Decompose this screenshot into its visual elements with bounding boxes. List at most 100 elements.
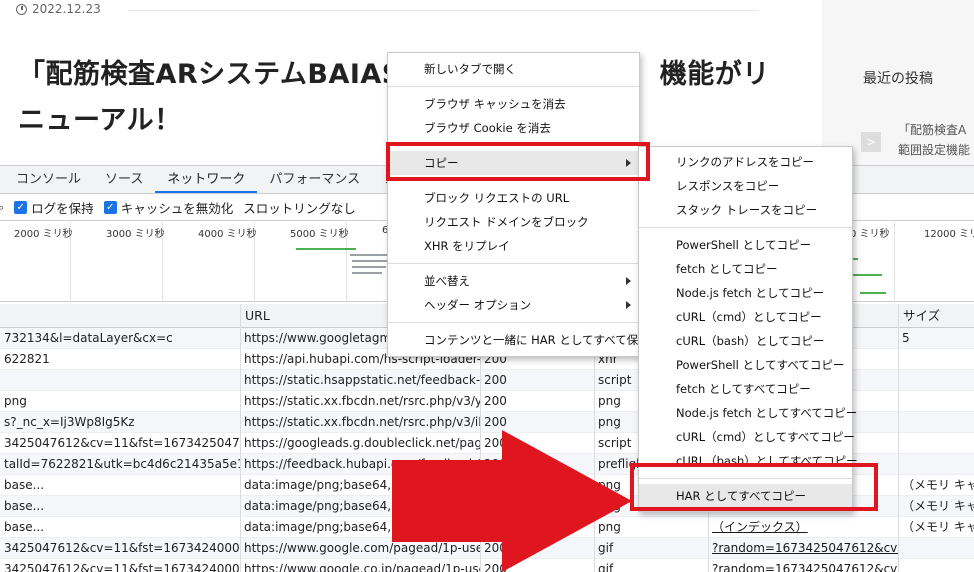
- menu-item-label: リクエスト ドメインをブロック: [424, 215, 589, 229]
- menu-item-label: コンテンツと一緒に HAR としてすべて保存: [424, 333, 650, 347]
- tick-line: [894, 222, 895, 302]
- column-divider: [898, 304, 899, 572]
- waterfall-bar: [352, 266, 386, 268]
- tab-performance[interactable]: パフォーマンス: [257, 166, 372, 193]
- title-part-1: 「配筋検査ARシステムBAIAS: [18, 59, 402, 90]
- waterfall-bar: [860, 292, 886, 294]
- menu-item[interactable]: 並べ替え: [388, 269, 639, 293]
- cell-name: s?_nc_x=Ij3Wp8Ig5Kz: [4, 415, 135, 429]
- cell-name: 3425047612&cv=11&fst=1673425047612&...: [4, 436, 240, 450]
- menu-item[interactable]: レスポンスをコピー: [639, 174, 852, 198]
- preserve-log-checkbox[interactable]: ✓ ログを保持: [14, 198, 94, 217]
- cell-size: [898, 349, 974, 370]
- menu-item-label: fetch としてコピー: [676, 262, 778, 276]
- menu-item[interactable]: ブロック リクエストの URL: [388, 186, 639, 210]
- tick-label: 0 ミリ秒: [850, 229, 890, 240]
- context-menu: 新しいタブで開く ブラウザ キャッシュを消去 ブラウザ Cookie を消去 コピーブ…: [387, 52, 650, 357]
- cell-url: https://static.hsappstatic.net/feedback-…: [244, 373, 480, 387]
- menu-item-label: fetch としてすべてコピー: [676, 382, 811, 396]
- col-size[interactable]: サイズ: [898, 304, 974, 327]
- screenshot-root: 2022.12.23 「配筋検査ARシステムBAIAS 機能がリ ニューアル！ 最…: [0, 0, 974, 572]
- col-name[interactable]: [0, 304, 240, 327]
- tab-console[interactable]: コンソール: [0, 166, 93, 193]
- tab-network[interactable]: ネットワーク: [155, 166, 258, 193]
- recent-post-link[interactable]: 「配筋検査A 範囲設定機能: [898, 120, 974, 160]
- cell-name: base...: [4, 499, 45, 513]
- menu-item[interactable]: XHR をリプレイ: [388, 234, 639, 258]
- column-divider: [240, 304, 241, 572]
- menu-item-label: Node.js fetch としてすべてコピー: [676, 406, 858, 420]
- menu-item-label: XHR をリプレイ: [424, 239, 510, 253]
- tick-label: 12000 ミリ: [924, 229, 974, 240]
- tick-label: 5000 ミリ秒: [290, 229, 349, 240]
- cell-initiator: ?random=1673425047612&cv=...: [712, 562, 898, 572]
- cell-size: [898, 559, 974, 572]
- disable-cache-checkbox[interactable]: ✓ キャッシュを無効化: [103, 198, 234, 217]
- menu-item[interactable]: Node.js fetch としてすべてコピー: [639, 401, 857, 425]
- throttling-select[interactable]: スロットリングなし: [243, 198, 356, 217]
- checkbox-checked-icon: ✓: [103, 201, 117, 214]
- menu-item[interactable]: fetch としてすべてコピー: [639, 377, 852, 401]
- waterfall-bar: [852, 274, 882, 276]
- menu-item[interactable]: 新しいタブで開く: [388, 57, 639, 81]
- cell-name: base...: [4, 520, 45, 534]
- disable-cache-label: キャッシュを無効化: [120, 201, 234, 216]
- menu-item-label: 新しいタブで開く: [424, 62, 516, 76]
- search-icon[interactable]: ⌕: [0, 201, 4, 215]
- menu-item[interactable]: cURL（cmd）としてコピー: [639, 305, 852, 329]
- chevron-right-icon[interactable]: >: [861, 132, 881, 152]
- cell-initiator: （インデックス）: [712, 520, 808, 534]
- copy-submenu: リンクのアドレスをコピー レスポンスをコピースタック トレースをコピー PowerS…: [638, 146, 858, 512]
- menu-item-label: スタック トレースをコピー: [676, 203, 818, 217]
- cell-name: png: [4, 394, 27, 408]
- annotation-box-copy: [386, 142, 650, 181]
- menu-separator: [388, 263, 639, 264]
- cell-name: 732134&l=dataLayer&cx=c: [4, 331, 173, 345]
- cell-size: [898, 370, 974, 391]
- menu-item[interactable]: リクエスト ドメインをブロック: [388, 210, 639, 234]
- menu-item-label: レスポンスをコピー: [676, 179, 780, 193]
- tick-label: 2000 ミリ秒: [14, 229, 73, 240]
- cell-url: https://static.xx.fbcdn.net/rsrc.php/v3/…: [244, 394, 480, 408]
- cell-status: 200: [484, 373, 507, 387]
- title-part-2: 機能がリ: [659, 59, 770, 90]
- menu-item[interactable]: ヘッダー オプション: [388, 293, 639, 317]
- menu-item-label: ブロック リクエストの URL: [424, 191, 570, 205]
- menu-item[interactable]: スタック トレースをコピー: [639, 198, 852, 222]
- clock-icon: [16, 3, 27, 15]
- cell-size: [898, 391, 974, 412]
- cell-name: 622821: [4, 352, 50, 366]
- menu-item[interactable]: リンクのアドレスをコピー: [639, 150, 852, 174]
- menu-item[interactable]: Node.js fetch としてコピー: [639, 281, 852, 305]
- menu-item-label: リンクのアドレスをコピー: [676, 155, 814, 169]
- menu-item[interactable]: ブラウザ Cookie を消去: [388, 116, 639, 140]
- title-line-2: ニューアル！: [18, 105, 182, 136]
- menu-item[interactable]: PowerShell としてコピー: [639, 233, 852, 257]
- recent-posts-heading: 最近の投稿: [863, 71, 933, 87]
- menu-item-label: cURL（cmd）としてすべてコピー: [676, 430, 855, 444]
- menu-item[interactable]: fetch としてコピー: [639, 257, 852, 281]
- menu-item-label: ヘッダー オプション: [424, 298, 532, 312]
- waterfall-bar: [296, 248, 356, 250]
- cell-size: [898, 538, 974, 559]
- tick-label: 4000 ミリ秒: [198, 229, 257, 240]
- menu-item[interactable]: コンテンツと一緒に HAR としてすべて保存: [388, 328, 650, 352]
- cell-size: [898, 433, 974, 454]
- cell-name: 3425047612&cv=11&fst=1673424000000&...: [4, 562, 240, 572]
- cell-size: （メモリ キャ: [902, 499, 974, 513]
- cell-name: talId=7622821&utk=bc4d6c21435a5e15f8...: [4, 457, 240, 471]
- menu-item-label: PowerShell としてコピー: [676, 238, 812, 252]
- preserve-log-label: ログを保持: [31, 201, 94, 216]
- menu-item[interactable]: cURL（cmd）としてすべてコピー: [639, 425, 855, 449]
- tab-sources[interactable]: ソース: [93, 166, 155, 193]
- menu-item[interactable]: ブラウザ キャッシュを消去: [388, 92, 639, 116]
- waterfall-bar: [352, 260, 388, 262]
- tick-label: 3000 ミリ秒: [106, 229, 165, 240]
- chevron-right-icon: [626, 277, 631, 285]
- waterfall-bar: [352, 272, 382, 274]
- menu-item[interactable]: PowerShell としてすべてコピー: [639, 353, 852, 377]
- chevron-right-icon: [626, 301, 631, 309]
- menu-item-label: Node.js fetch としてコピー: [676, 286, 825, 300]
- cell-size: [898, 412, 974, 433]
- menu-item[interactable]: cURL（bash）としてコピー: [639, 329, 852, 353]
